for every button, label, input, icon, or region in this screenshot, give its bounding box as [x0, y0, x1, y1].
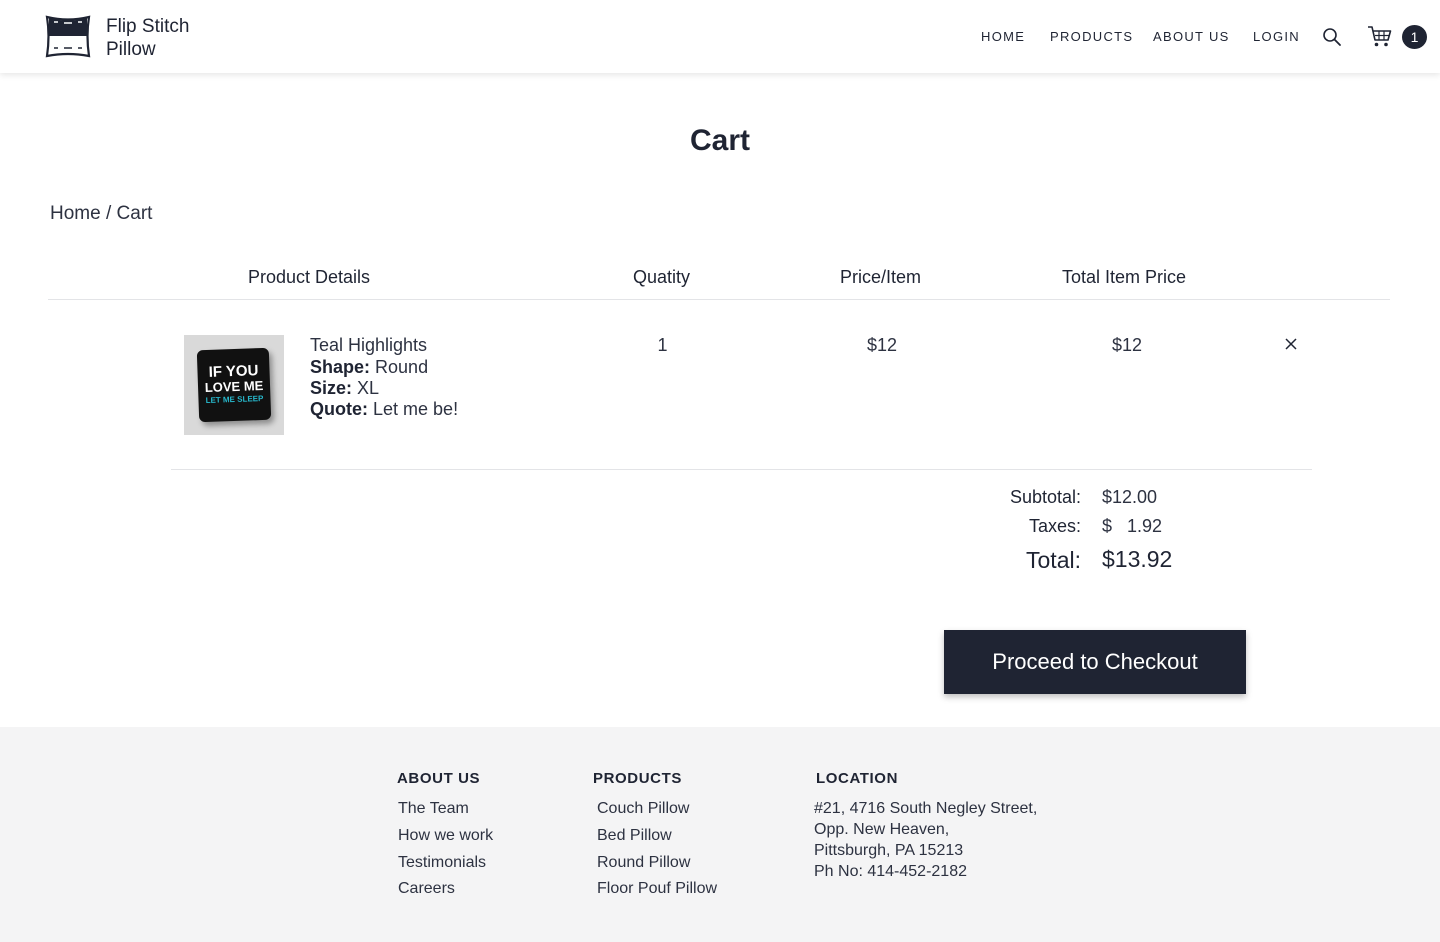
- breadcrumb: Home / Cart: [50, 203, 152, 225]
- nav-products[interactable]: PRODUCTS: [1050, 29, 1133, 44]
- footer-products-heading: PRODUCTS: [593, 770, 682, 787]
- phone-number: Ph No: 414-452-2182: [814, 863, 967, 880]
- footer-link-the-team[interactable]: The Team: [398, 800, 469, 818]
- breadcrumb-separator: /: [100, 203, 117, 224]
- breadcrumb-home[interactable]: Home: [50, 203, 101, 224]
- address-line-3: Pittsburgh, PA 15213: [814, 842, 964, 859]
- footer-link-round-pillow[interactable]: Round Pillow: [597, 854, 690, 872]
- subtotal-label: Subtotal:: [1009, 487, 1081, 507]
- total-label: Total:: [1026, 547, 1081, 573]
- item-total-price: $12: [1111, 335, 1143, 355]
- cart-icon[interactable]: [1367, 25, 1392, 48]
- footer-link-couch-pillow[interactable]: Couch Pillow: [597, 800, 689, 818]
- product-size: Size: XL: [310, 378, 379, 399]
- nav-home[interactable]: HOME: [981, 29, 1025, 44]
- taxes-label: Taxes:: [1028, 516, 1081, 536]
- quote-value: Let me be!: [373, 399, 459, 419]
- nav-login[interactable]: LOGIN: [1253, 29, 1300, 44]
- footer-link-testimonials[interactable]: Testimonials: [398, 854, 486, 872]
- site-header: Flip Stitch Pillow HOME PRODUCTS ABOUT U…: [0, 0, 1440, 73]
- footer-link-careers[interactable]: Careers: [398, 880, 455, 898]
- size-value: XL: [357, 378, 380, 398]
- proceed-to-checkout-button[interactable]: Proceed to Checkout: [944, 630, 1246, 694]
- footer-about-heading: ABOUT US: [397, 770, 481, 787]
- page-title: Cart: [689, 124, 750, 157]
- column-header-product-details: Product Details: [248, 267, 371, 287]
- nav-about-us[interactable]: ABOUT US: [1153, 29, 1230, 44]
- product-name[interactable]: Teal Highlights: [310, 335, 427, 356]
- column-header-price-per-item: Price/Item: [840, 267, 922, 287]
- item-divider: [171, 469, 1312, 470]
- shape-label: Shape:: [310, 357, 371, 377]
- pillow-logo-icon[interactable]: [44, 14, 92, 59]
- column-header-quantity: Quatity: [633, 267, 691, 287]
- product-shape: Shape: Round: [310, 357, 428, 378]
- site-footer: ABOUT US The Team How we work Testimonia…: [0, 727, 1440, 942]
- item-quantity[interactable]: 1: [640, 335, 685, 356]
- quote-label: Quote:: [310, 399, 368, 419]
- product-image[interactable]: IF YOU LOVE ME LET ME SLEEP: [184, 335, 284, 435]
- taxes-value: $ 1.92: [1102, 516, 1163, 536]
- footer-link-bed-pillow[interactable]: Bed Pillow: [597, 827, 672, 845]
- pillow-graphic: IF YOU LOVE ME LET ME SLEEP: [196, 347, 272, 423]
- shape-value: Round: [375, 357, 429, 377]
- search-icon[interactable]: [1322, 27, 1342, 47]
- product-quote: Quote: Let me be!: [310, 399, 458, 420]
- footer-link-how-we-work[interactable]: How we work: [398, 827, 493, 845]
- breadcrumb-current: Cart: [116, 203, 153, 224]
- pillow-text-line-3: LET ME SLEEP: [205, 393, 264, 405]
- item-price: $12: [866, 335, 898, 355]
- remove-item-close-icon[interactable]: [1284, 337, 1298, 351]
- brand-line-1: Flip Stitch: [106, 16, 190, 37]
- brand-line-2: Pillow: [106, 39, 156, 60]
- column-header-total-item-price: Total Item Price: [1062, 267, 1187, 287]
- footer-link-floor-pouf-pillow[interactable]: Floor Pouf Pillow: [597, 880, 717, 898]
- cart-count-badge[interactable]: 1: [1402, 25, 1427, 49]
- address-line-2: Opp. New Heaven,: [814, 821, 950, 838]
- subtotal-value: $12.00: [1102, 487, 1158, 507]
- address-line-1: #21, 4716 South Negley Street,: [814, 800, 1038, 817]
- header-divider: [48, 299, 1390, 300]
- brand-name[interactable]: Flip Stitch Pillow: [106, 15, 189, 61]
- pillow-text-line-2: LOVE ME: [204, 377, 264, 396]
- size-label: Size:: [310, 378, 353, 398]
- footer-location-heading: LOCATION: [816, 770, 899, 787]
- total-value: $13.92: [1102, 546, 1173, 572]
